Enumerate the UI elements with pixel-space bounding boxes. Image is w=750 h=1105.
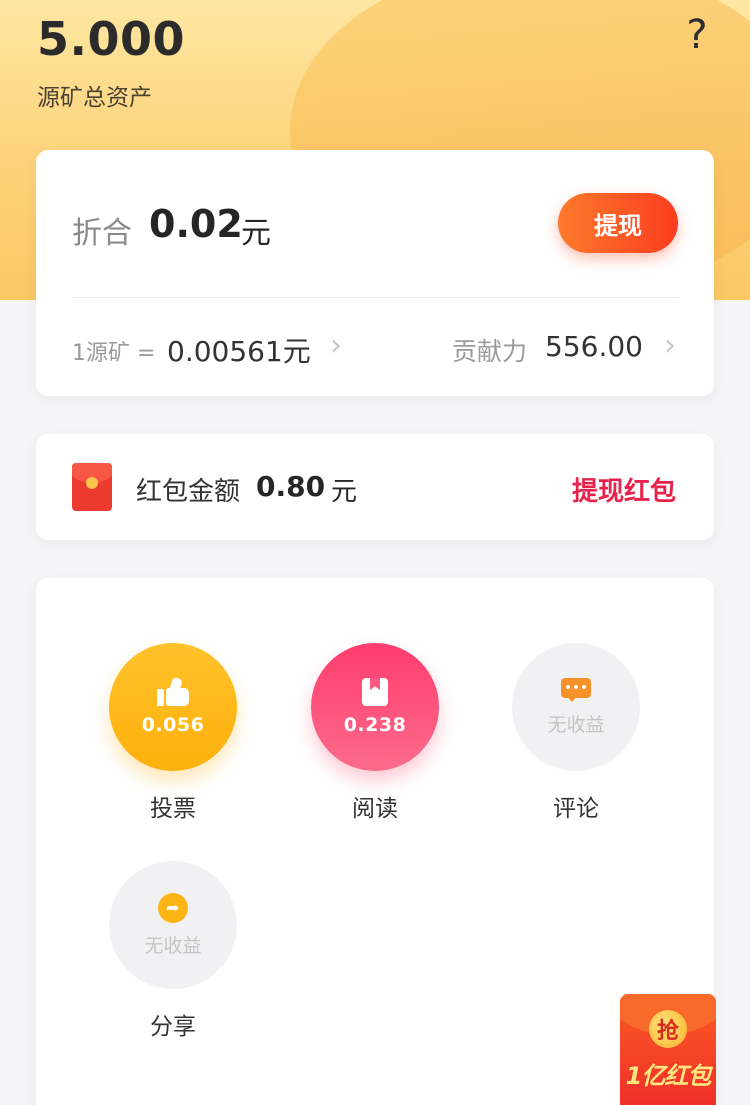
book-icon [362,678,388,706]
vote-circle[interactable]: 0.056 [109,643,237,771]
share-label: 分享 [150,1014,196,1040]
red-packet-value: 0.80 [256,470,326,503]
thumbs-up-icon [157,676,189,706]
comment-icon [561,677,591,702]
equivalent-value: 0.02 [149,202,243,246]
red-packet-seal [86,477,98,489]
exchange-rate-label: 1源矿 = [72,341,156,366]
earning-item-share[interactable]: ➦ 无收益 分享 [108,861,238,1041]
chevron-right-icon[interactable]: › [330,328,342,363]
help-icon[interactable]: ? [682,12,712,58]
vote-label: 投票 [150,796,196,822]
withdraw-red-packet-link[interactable]: 提现红包 [572,471,676,508]
grab-coin-icon: 抢 [649,1010,687,1048]
share-amount: 无收益 [144,934,202,957]
earning-item-vote[interactable]: 0.056 投票 [108,643,238,823]
share-icon: ➦ [158,892,188,923]
equivalent-unit: 元 [241,216,271,251]
comment-circle[interactable]: 无收益 [512,643,640,771]
earning-item-read[interactable]: 0.238 阅读 [310,643,440,823]
contribution-label: 贡献力 [452,337,528,366]
total-assets-label: 源矿总资产 [37,85,152,111]
read-amount: 0.238 [343,714,407,736]
red-packet-card: 红包金额 0.80 元 提现红包 [36,434,714,540]
red-packet-label: 红包金额 [136,477,241,507]
share-circle[interactable]: ➦ 无收益 [109,861,237,989]
chevron-right-icon[interactable]: › [664,328,676,363]
promo-text: 1亿红包 [625,1062,712,1090]
comment-label: 评论 [553,796,599,822]
earnings-card: 0.056 投票 0.238 阅读 无收益 评论 ➦ 无收益 分享 [36,578,714,1105]
asset-card: 折合 0.02 元 提现 1源矿 = 0.00561元 › 贡献力 556.00… [36,150,714,396]
contribution-value[interactable]: 556.00 [545,330,643,363]
read-label: 阅读 [352,796,398,822]
divider [72,297,678,298]
exchange-rate-value[interactable]: 0.00561元 [167,330,311,370]
vote-amount: 0.056 [141,714,205,736]
total-assets-value: 5.000 [37,12,186,66]
red-packet-icon [72,463,112,511]
red-packet-unit: 元 [331,477,358,507]
read-circle[interactable]: 0.238 [311,643,439,771]
wallet-page: 5.000 源矿总资产 ? 折合 0.02 元 提现 1源矿 = 0.00561… [0,0,750,1105]
promo-red-packet-badge[interactable]: 抢 1亿红包 [620,994,716,1105]
equivalent-label: 折合 [72,216,132,251]
comment-amount: 无收益 [547,713,605,736]
withdraw-button[interactable]: 提现 [558,193,678,253]
earning-item-comment[interactable]: 无收益 评论 [511,643,641,823]
